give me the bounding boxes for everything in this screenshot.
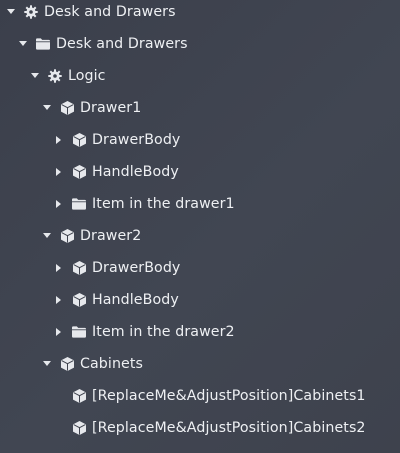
tree-item-label: Desk and Drawers: [44, 4, 176, 20]
cube-icon: [72, 389, 86, 403]
chevron-down-icon[interactable]: [42, 231, 52, 241]
chevron-right-icon[interactable]: [54, 199, 64, 209]
cube-icon: [72, 133, 86, 147]
tree-item-cabinets[interactable]: Cabinets: [42, 352, 143, 376]
chevron-right-icon[interactable]: [54, 295, 64, 305]
tree-item-label: [ReplaceMe&AdjustPosition]Cabinets1: [92, 388, 366, 404]
chevron-down-icon[interactable]: [42, 103, 52, 113]
tree-item-label: DrawerBody: [92, 132, 181, 148]
cube-icon: [72, 421, 86, 435]
cube-icon: [72, 293, 86, 307]
tree-item-label: Desk and Drawers: [56, 36, 188, 52]
scene-hierarchy-tree: Desk and Drawers Desk and Drawers Logic …: [0, 0, 400, 453]
tree-item-drawerbody-2[interactable]: DrawerBody: [54, 256, 180, 280]
chevron-right-icon[interactable]: [54, 263, 64, 273]
chevron-down-icon[interactable]: [6, 7, 16, 17]
tree-item-item-in-the-drawer2[interactable]: Item in the drawer2: [54, 320, 235, 344]
chevron-down-icon[interactable]: [42, 359, 52, 369]
caret-spacer: [54, 391, 64, 401]
cube-icon: [60, 101, 74, 115]
chevron-right-icon[interactable]: [54, 135, 64, 145]
tree-item-desk-and-drawers-root[interactable]: Desk and Drawers: [6, 0, 176, 24]
tree-item-handlebody-2[interactable]: HandleBody: [54, 288, 179, 312]
cube-icon: [72, 261, 86, 275]
tree-item-desk-and-drawers-folder[interactable]: Desk and Drawers: [18, 32, 188, 56]
caret-spacer: [54, 423, 64, 433]
chevron-down-icon[interactable]: [30, 71, 40, 81]
chevron-right-icon[interactable]: [54, 327, 64, 337]
tree-item-label: Item in the drawer1: [92, 196, 235, 212]
tree-item-logic[interactable]: Logic: [30, 64, 106, 88]
tree-item-label: Cabinets: [80, 356, 144, 372]
tree-item-label: Item in the drawer2: [92, 324, 235, 340]
tree-item-drawerbody-1[interactable]: DrawerBody: [54, 128, 180, 152]
tree-item-label: [ReplaceMe&AdjustPosition]Cabinets2: [92, 420, 366, 436]
tree-item-item-in-the-drawer1[interactable]: Item in the drawer1: [54, 192, 235, 216]
folder-icon: [36, 37, 50, 51]
tree-item-label: HandleBody: [92, 292, 179, 308]
tree-item-label: Drawer2: [80, 228, 142, 244]
tree-item-label: Drawer1: [80, 100, 142, 116]
folder-icon: [72, 325, 86, 339]
tree-item-drawer1[interactable]: Drawer1: [42, 96, 141, 120]
cube-icon: [60, 229, 74, 243]
tree-item-handlebody-1[interactable]: HandleBody: [54, 160, 179, 184]
tree-item-drawer2[interactable]: Drawer2: [42, 224, 141, 248]
folder-icon: [72, 197, 86, 211]
gear-icon: [24, 5, 38, 19]
cube-icon: [60, 357, 74, 371]
chevron-down-icon[interactable]: [18, 39, 28, 49]
cube-icon: [72, 165, 86, 179]
chevron-right-icon[interactable]: [54, 167, 64, 177]
tree-item-label: HandleBody: [92, 164, 179, 180]
tree-item-label: Logic: [68, 68, 106, 84]
tree-item-cabinets1[interactable]: [ReplaceMe&AdjustPosition]Cabinets1: [54, 384, 366, 408]
gear-icon: [48, 69, 62, 83]
tree-item-label: DrawerBody: [92, 260, 181, 276]
tree-item-cabinets2[interactable]: [ReplaceMe&AdjustPosition]Cabinets2: [54, 416, 366, 440]
